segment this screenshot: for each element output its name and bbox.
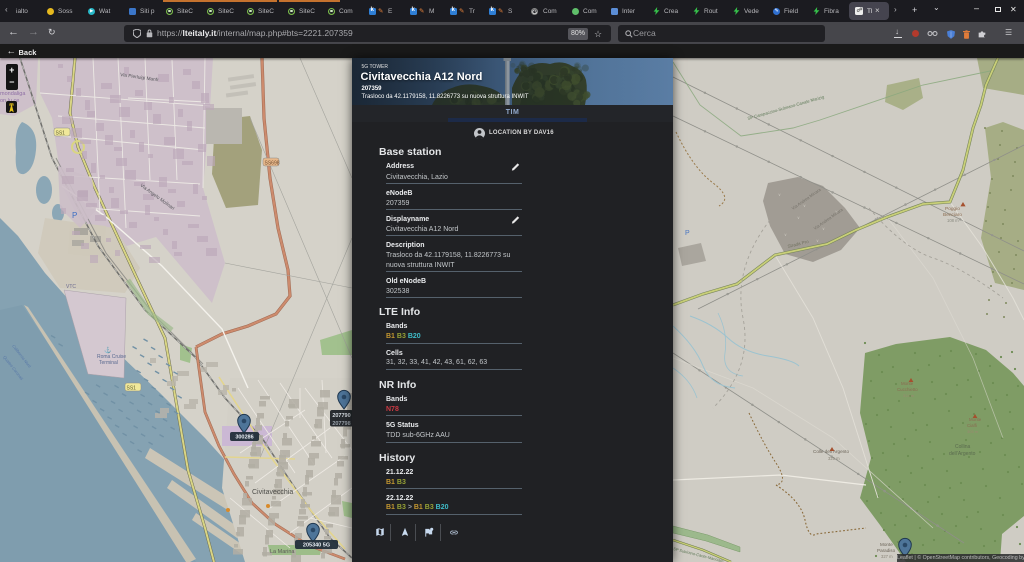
svg-text:⚓: ⚓ — [104, 346, 111, 354]
svg-text:108 m: 108 m — [947, 218, 959, 223]
svg-text:325 m: 325 m — [828, 456, 840, 461]
svg-text:∨: ∨ — [816, 238, 819, 243]
svg-text:Paradiso: Paradiso — [877, 548, 896, 553]
svg-text:P: P — [685, 230, 690, 237]
svg-text:∨: ∨ — [778, 192, 781, 197]
svg-text:∨: ∨ — [822, 226, 825, 231]
svg-text:Cialfi: Cialfi — [967, 423, 977, 428]
svg-text:327 m: 327 m — [881, 554, 893, 559]
svg-text:∨: ∨ — [797, 215, 800, 220]
svg-text:Civitavecchia: Civitavecchia — [252, 489, 293, 496]
svg-text:Collina: Collina — [955, 444, 971, 450]
svg-text:SS1: SS1 — [127, 386, 137, 392]
svg-text:Terminal: Terminal — [99, 360, 118, 366]
svg-text:207790: 207790 — [332, 413, 350, 419]
svg-text:314 m: 314 m — [903, 393, 915, 398]
svg-text:Monte: Monte — [880, 542, 893, 547]
svg-text:207798: 207798 — [332, 421, 350, 427]
svg-text:205340 5G: 205340 5G — [303, 543, 330, 549]
svg-text:∨: ∨ — [784, 232, 787, 237]
svg-text:mondaliga: mondaliga — [0, 91, 26, 97]
svg-text:300286: 300286 — [235, 435, 253, 441]
svg-text:dell’Argento: dell’Argento — [949, 451, 976, 457]
svg-text:VTC: VTC — [66, 284, 76, 290]
svg-text:Poggio: Poggio — [945, 206, 960, 212]
svg-text:P: P — [72, 211, 77, 220]
svg-text:La Marina: La Marina — [270, 549, 295, 555]
svg-text:305 m: 305 m — [967, 429, 979, 434]
svg-text:Cucchietto: Cucchietto — [897, 387, 918, 392]
svg-text:SS698: SS698 — [265, 161, 280, 167]
svg-text:SS1: SS1 — [56, 131, 66, 137]
